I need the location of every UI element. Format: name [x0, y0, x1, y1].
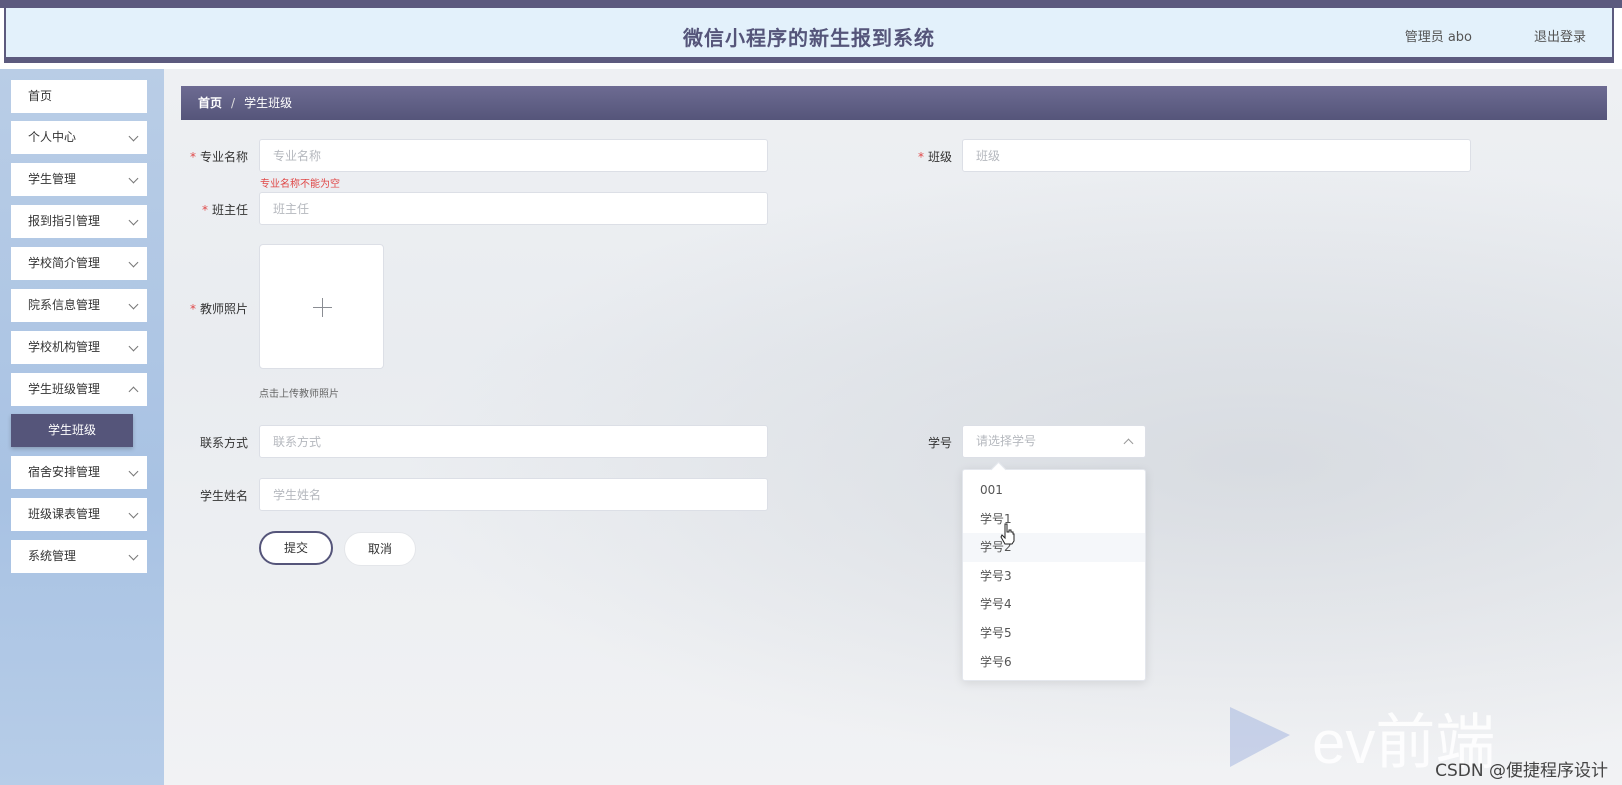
cancel-button[interactable]: 取消 — [344, 532, 416, 566]
dropdown-option[interactable]: 学号6 — [963, 648, 1145, 677]
app-header: 微信小程序的新生报到系统 管理员 abo 退出登录 — [4, 8, 1614, 63]
required-mark: * — [189, 150, 196, 164]
dropdown-option[interactable]: 学号1 — [963, 505, 1145, 534]
breadcrumb-separator: / — [231, 96, 236, 110]
student-no-dropdown: 001 学号1 学号2 学号3 学号4 学号5 学号6 — [962, 461, 1146, 681]
sidebar-item-label: 学生班级管理 — [28, 382, 101, 396]
student-name-label: 学生姓名 — [199, 489, 248, 503]
required-mark: * — [189, 302, 196, 316]
chevron-down-icon — [128, 257, 139, 268]
sidebar: 首页 个人中心 学生管理 报到指引管理 学校简介管理 院系信息管理 学校机构管理… — [0, 69, 164, 785]
major-label-text: 专业名称 — [199, 150, 248, 164]
required-mark: * — [917, 150, 924, 164]
sidebar-item-label: 宿舍安排管理 — [28, 465, 101, 479]
hand-cursor-icon — [1000, 523, 1015, 545]
student-no-placeholder: 请选择学号 — [976, 434, 1037, 448]
sidebar-item-label: 首页 — [28, 89, 53, 103]
sidebar-item-label: 报到指引管理 — [28, 214, 101, 228]
sidebar-item-class-management[interactable]: 学生班级管理 — [11, 373, 147, 406]
dropdown-option[interactable]: 学号3 — [963, 562, 1145, 591]
sidebar-item-label: 个人中心 — [28, 130, 77, 144]
sidebar-item-system[interactable]: 系统管理 — [11, 540, 147, 573]
dropdown-option[interactable]: 学号2 — [963, 533, 1145, 562]
sidebar-item-label: 系统管理 — [28, 549, 77, 563]
chevron-down-icon — [128, 131, 139, 142]
class-label: * 班级 — [900, 148, 952, 165]
teacher-label-text: 班主任 — [211, 203, 248, 217]
major-label: * 专业名称 — [186, 148, 248, 165]
photo-label-text: 教师照片 — [199, 302, 248, 316]
top-stripe — [0, 0, 1622, 8]
sidebar-item-guide[interactable]: 报到指引管理 — [11, 205, 147, 238]
breadcrumb-home[interactable]: 首页 — [198, 96, 222, 110]
major-input[interactable] — [259, 139, 768, 172]
chevron-down-icon — [128, 173, 139, 184]
chevron-down-icon — [128, 508, 139, 519]
breadcrumb: 首页 / 学生班级 — [181, 86, 1607, 120]
sidebar-item-timetable[interactable]: 班级课表管理 — [11, 498, 147, 531]
photo-label: * 教师照片 — [186, 300, 248, 317]
sidebar-subitem-student-class[interactable]: 学生班级 — [11, 414, 133, 447]
sidebar-item-school-intro[interactable]: 学校简介管理 — [11, 247, 147, 280]
sidebar-item-home[interactable]: 首页 — [11, 80, 147, 113]
dropdown-option[interactable]: 001 — [963, 476, 1145, 505]
chevron-down-icon — [128, 550, 139, 561]
teacher-input[interactable] — [259, 192, 768, 225]
student-no-label: 学号 — [927, 436, 952, 450]
chevron-down-icon — [128, 215, 139, 226]
contact-input[interactable] — [259, 425, 768, 458]
chevron-down-icon — [128, 466, 139, 477]
chevron-up-icon — [1123, 438, 1134, 449]
logout-link[interactable]: 退出登录 — [1534, 26, 1586, 45]
sidebar-item-students[interactable]: 学生管理 — [11, 163, 147, 196]
teacher-label: * 班主任 — [186, 201, 248, 218]
sidebar-item-label: 院系信息管理 — [28, 298, 101, 312]
student-no-select[interactable]: 请选择学号 — [962, 425, 1146, 458]
required-mark: * — [201, 203, 208, 217]
chevron-down-icon — [128, 341, 139, 352]
sidebar-item-label: 班级课表管理 — [28, 507, 101, 521]
chevron-up-icon — [128, 386, 139, 397]
student-name-input[interactable] — [259, 478, 768, 511]
sidebar-item-dorm[interactable]: 宿舍安排管理 — [11, 456, 147, 489]
csdn-credit: CSDN @便捷程序设计 — [1435, 761, 1608, 781]
current-user: 管理员 abo — [1404, 30, 1472, 45]
breadcrumb-current: 学生班级 — [244, 96, 293, 110]
dropdown-option[interactable]: 学号5 — [963, 619, 1145, 648]
app-title: 微信小程序的新生报到系统 — [683, 26, 935, 50]
major-error: 专业名称不能为空 — [260, 179, 340, 190]
photo-upload-button[interactable] — [259, 244, 384, 369]
chevron-down-icon — [128, 299, 139, 310]
sidebar-item-institutions[interactable]: 学校机构管理 — [11, 331, 147, 364]
submit-button[interactable]: 提交 — [259, 531, 333, 565]
sidebar-item-personal[interactable]: 个人中心 — [11, 121, 147, 154]
photo-upload-tip: 点击上传教师照片 — [259, 389, 339, 400]
class-input[interactable] — [962, 139, 1471, 172]
class-label-text: 班级 — [927, 150, 952, 164]
contact-label: 联系方式 — [199, 436, 248, 450]
sidebar-item-label: 学生管理 — [28, 172, 77, 186]
sidebar-item-label: 学校机构管理 — [28, 340, 101, 354]
dropdown-option[interactable]: 学号4 — [963, 590, 1145, 619]
sidebar-item-departments[interactable]: 院系信息管理 — [11, 289, 147, 322]
plus-icon-vertical — [322, 298, 323, 317]
sidebar-item-label: 学校简介管理 — [28, 256, 101, 270]
